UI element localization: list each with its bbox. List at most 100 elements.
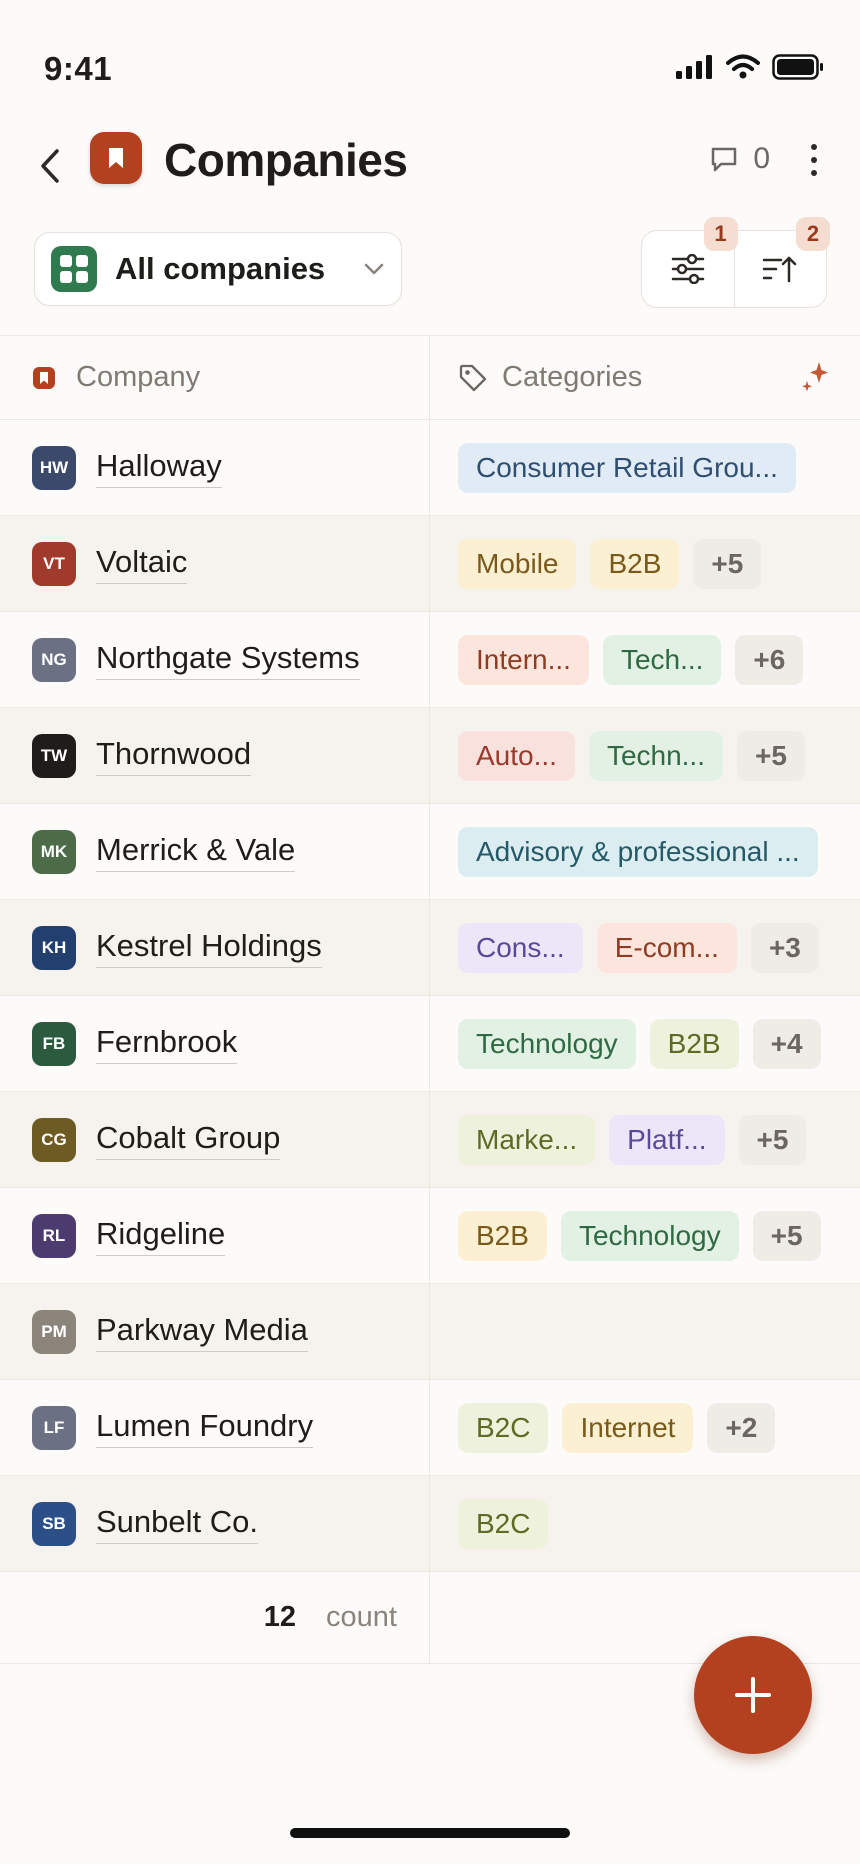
add-company-button[interactable] <box>694 1636 812 1754</box>
company-name-link[interactable]: Thornwood <box>96 736 252 776</box>
company-name-link[interactable]: Sunbelt Co. <box>96 1504 258 1544</box>
sort-count-badge: 2 <box>796 217 830 251</box>
company-name-link[interactable]: Parkway Media <box>96 1312 308 1352</box>
view-selector[interactable]: All companies <box>34 232 402 306</box>
company-cell[interactable]: VT Voltaic <box>0 516 430 611</box>
company-name-link[interactable]: Lumen Foundry <box>96 1408 314 1448</box>
column-header-categories[interactable]: Categories <box>430 336 860 419</box>
filter-sort-toolbar: 1 2 <box>641 217 830 308</box>
categories-cell[interactable]: B2C Internet +2 <box>430 1380 860 1475</box>
category-tag: Platf... <box>609 1114 725 1165</box>
status-bar: 9:41 <box>0 0 860 120</box>
category-tag: B2B <box>649 1018 739 1069</box>
company-avatar: LF <box>32 1405 76 1450</box>
table-row[interactable]: MK Merrick & Vale Advisory & professional … <box>0 804 860 900</box>
company-cell[interactable]: HW Halloway <box>0 420 430 515</box>
cellular-signal-icon <box>676 55 712 79</box>
filter-button[interactable]: 1 <box>642 217 738 307</box>
table-row[interactable]: PM Parkway Media <box>0 1284 860 1380</box>
table-row[interactable]: LF Lumen Foundry B2C Internet +2 <box>0 1380 860 1476</box>
companies-app-icon <box>90 132 142 184</box>
category-tag: B2C <box>458 1402 549 1453</box>
company-name-link[interactable]: Fernbrook <box>96 1024 238 1064</box>
categories-cell[interactable]: Marke... Platf... +5 <box>430 1092 860 1187</box>
company-cell[interactable]: RL Ridgeline <box>0 1188 430 1283</box>
categories-cell[interactable]: Cons... E-com... +3 <box>430 900 860 995</box>
company-name-link[interactable]: Cobalt Group <box>96 1120 281 1160</box>
company-avatar: SB <box>32 1501 76 1546</box>
comment-count: 0 <box>753 142 770 175</box>
ai-sparkle-icon[interactable] <box>800 360 830 394</box>
categories-cell[interactable]: Auto... Techn... +5 <box>430 708 860 803</box>
companies-table: Company Categories HW Halloway Consumer Re… <box>0 335 860 1664</box>
company-cell[interactable]: NG Northgate Systems <box>0 612 430 707</box>
bookmark-icon <box>109 148 123 168</box>
table-row[interactable]: KH Kestrel Holdings Cons... E-com... +3 <box>0 900 860 996</box>
wifi-icon <box>726 54 760 79</box>
company-avatar: RL <box>32 1213 76 1258</box>
categories-cell[interactable]: Technology B2B +4 <box>430 996 860 1091</box>
count-summary[interactable]: 12 count <box>0 1572 430 1663</box>
category-tag: B2B <box>590 538 680 589</box>
more-tags-chip: +2 <box>707 1402 776 1453</box>
row-count-label: count <box>326 1601 397 1633</box>
company-avatar: VT <box>32 541 76 586</box>
table-row[interactable]: VT Voltaic Mobile B2B +5 <box>0 516 860 612</box>
table-row[interactable]: FB Fernbrook Technology B2B +4 <box>0 996 860 1092</box>
company-name-link[interactable]: Voltaic <box>96 544 188 584</box>
categories-cell[interactable]: Intern... Tech... +6 <box>430 612 860 707</box>
categories-cell[interactable]: Consumer Retail Grou... <box>430 420 860 515</box>
company-name-link[interactable]: Merrick & Vale <box>96 832 296 872</box>
company-cell[interactable]: FB Fernbrook <box>0 996 430 1091</box>
category-tag: Technology <box>458 1018 636 1069</box>
table-row[interactable]: HW Halloway Consumer Retail Grou... <box>0 420 860 516</box>
category-tag: Auto... <box>458 730 575 781</box>
more-tags-chip: +6 <box>735 634 804 685</box>
categories-cell[interactable]: B2C <box>430 1476 860 1571</box>
comments-button[interactable]: 0 <box>709 142 770 176</box>
categories-summary[interactable] <box>430 1572 860 1663</box>
company-cell[interactable]: KH Kestrel Holdings <box>0 900 430 995</box>
table-row[interactable]: SB Sunbelt Co. B2C <box>0 1476 860 1572</box>
company-avatar: CG <box>32 1117 76 1162</box>
table-row[interactable]: CG Cobalt Group Marke... Platf... +5 <box>0 1092 860 1188</box>
table-row[interactable]: RL Ridgeline B2B Technology +5 <box>0 1188 860 1284</box>
company-cell[interactable]: SB Sunbelt Co. <box>0 1476 430 1571</box>
company-name-link[interactable]: Halloway <box>96 448 222 488</box>
more-dot-icon <box>811 170 817 176</box>
company-name-link[interactable]: Ridgeline <box>96 1216 226 1256</box>
company-cell[interactable]: TW Thornwood <box>0 708 430 803</box>
column-header-company[interactable]: Company <box>0 336 430 419</box>
category-tag: Cons... <box>458 922 583 973</box>
header: Companies 0 <box>0 128 860 208</box>
battery-icon <box>772 54 823 80</box>
company-avatar: NG <box>32 637 76 682</box>
company-name-link[interactable]: Northgate Systems <box>96 640 360 680</box>
company-name-link[interactable]: Kestrel Holdings <box>96 928 322 968</box>
company-avatar: KH <box>32 925 76 970</box>
filter-sliders-icon <box>671 254 704 284</box>
more-tags-chip: +4 <box>752 1018 821 1069</box>
category-tag: B2B <box>458 1210 547 1261</box>
categories-cell[interactable]: Mobile B2B +5 <box>430 516 860 611</box>
back-button[interactable] <box>30 136 70 196</box>
company-cell[interactable]: MK Merrick & Vale <box>0 804 430 899</box>
category-tag: Intern... <box>458 634 589 685</box>
company-cell[interactable]: PM Parkway Media <box>0 1284 430 1379</box>
company-bookmark-icon <box>33 366 55 389</box>
company-cell[interactable]: CG Cobalt Group <box>0 1092 430 1187</box>
table-row[interactable]: NG Northgate Systems Intern... Tech... +6 <box>0 612 860 708</box>
sort-button[interactable]: 2 <box>733 217 830 307</box>
categories-cell[interactable]: Advisory & professional ... <box>430 804 860 899</box>
company-cell[interactable]: LF Lumen Foundry <box>0 1380 430 1475</box>
table-row[interactable]: TW Thornwood Auto... Techn... +5 <box>0 708 860 804</box>
categories-cell[interactable] <box>430 1284 860 1379</box>
company-avatar: PM <box>32 1309 76 1354</box>
category-tag: Advisory & professional ... <box>458 826 818 877</box>
tag-icon <box>459 364 487 391</box>
category-tag: B2C <box>458 1498 549 1549</box>
table-header-row: Company Categories <box>0 336 860 420</box>
more-options-button[interactable] <box>804 140 824 180</box>
categories-cell[interactable]: B2B Technology +5 <box>430 1188 860 1283</box>
row-count-value: 12 <box>263 1601 297 1633</box>
